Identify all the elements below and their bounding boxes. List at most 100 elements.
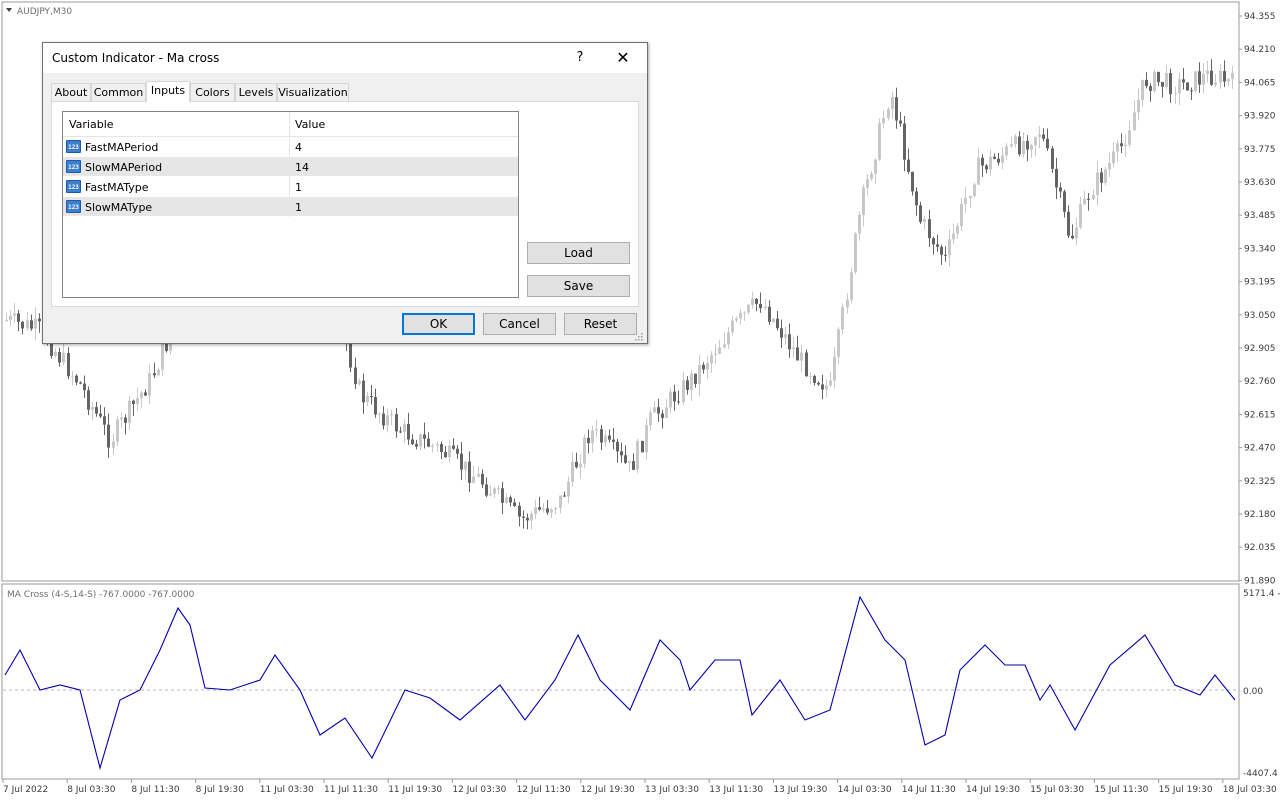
candle-body — [805, 352, 808, 377]
candle-body — [923, 219, 926, 223]
tab-inputs[interactable]: Inputs — [146, 81, 190, 102]
candle-body — [710, 354, 713, 364]
tab-about[interactable]: About — [51, 83, 91, 101]
candle-body — [993, 156, 996, 159]
tab-visualization[interactable]: Visualization — [277, 83, 349, 101]
time-tick-label: 8 Jul 03:30 — [67, 785, 116, 795]
inputs-grid[interactable]: Variable Value 123 FastMAPeriod 4 123 Sl… — [62, 111, 519, 298]
time-tick-label: 11 Jul 03:30 — [260, 785, 314, 795]
candle-body — [973, 184, 976, 196]
candle-body — [887, 109, 890, 119]
variable-value[interactable]: 1 — [295, 201, 302, 214]
column-header-variable[interactable]: Variable — [69, 118, 114, 131]
candle-body — [784, 334, 787, 338]
candle-body — [936, 244, 939, 247]
custom-indicator-dialog[interactable]: Custom Indicator - Ma cross ? ✕ About Co… — [42, 42, 648, 344]
cell-divider — [289, 177, 290, 197]
candle-body — [427, 438, 430, 447]
close-icon[interactable]: ✕ — [611, 47, 635, 69]
candle-body — [120, 417, 123, 420]
candle-body — [870, 173, 873, 179]
candle-body — [366, 396, 369, 403]
tab-levels[interactable]: Levels — [235, 83, 277, 101]
candle-body — [1186, 82, 1189, 91]
candle-body — [370, 396, 373, 398]
dialog-titlebar[interactable]: Custom Indicator - Ma cross ? ✕ — [43, 43, 647, 73]
tab-common[interactable]: Common — [91, 83, 146, 101]
variable-value[interactable]: 14 — [295, 161, 309, 174]
candle-body — [140, 392, 143, 399]
ok-button[interactable]: OK — [402, 313, 475, 335]
candle-body — [21, 321, 24, 329]
variable-value[interactable]: 1 — [295, 181, 302, 194]
candle-body — [153, 373, 156, 376]
candle-body — [911, 171, 914, 192]
candle-body — [444, 451, 447, 458]
help-icon[interactable]: ? — [571, 47, 589, 69]
input-row-fast-ma-period[interactable]: 123 FastMAPeriod 4 — [63, 137, 518, 157]
candle-body — [653, 407, 656, 413]
candle-body — [1104, 169, 1107, 183]
candle-body — [1190, 90, 1193, 92]
candle-body — [501, 488, 504, 503]
candle-body — [54, 351, 57, 356]
candle-body — [431, 445, 434, 447]
candle-body — [788, 334, 791, 350]
candle-body — [456, 448, 459, 454]
candle-body — [595, 429, 598, 431]
time-tick-label: 8 Jul 11:30 — [131, 785, 180, 795]
candle-body — [583, 437, 586, 464]
variable-value[interactable]: 4 — [295, 141, 302, 154]
cancel-button[interactable]: Cancel — [483, 313, 556, 335]
candle-body — [38, 318, 41, 322]
price-tick-label: 93.050 — [1244, 311, 1276, 321]
candle-body — [985, 165, 988, 170]
time-tick-label: 13 Jul 11:30 — [709, 785, 763, 795]
time-tick-label: 15 Jul 19:30 — [1159, 785, 1213, 795]
save-button[interactable]: Save — [527, 275, 630, 297]
candle-body — [161, 343, 164, 370]
candle-body — [809, 375, 812, 377]
candle-body — [854, 233, 857, 273]
candle-body — [665, 407, 668, 418]
input-row-slow-ma-type[interactable]: 123 SlowMAType 1 — [63, 197, 518, 217]
candle-body — [964, 198, 967, 204]
candle-body — [1075, 227, 1078, 239]
candle-body — [1149, 86, 1152, 91]
candle-body — [829, 380, 832, 386]
candle-body — [1067, 211, 1070, 236]
candle-body — [395, 414, 398, 432]
candle-body — [1018, 136, 1021, 155]
resize-grip-icon[interactable] — [635, 333, 643, 341]
price-tick-label: 92.470 — [1244, 444, 1276, 454]
candle-body — [382, 413, 385, 426]
candle-body — [567, 481, 570, 497]
candle-body — [1005, 146, 1008, 156]
candle-body — [148, 373, 151, 396]
candle-body — [485, 484, 488, 496]
dialog-title: Custom Indicator - Ma cross — [52, 51, 220, 65]
price-tick-label: 93.485 — [1244, 211, 1276, 221]
reset-button[interactable]: Reset — [564, 313, 637, 335]
candle-body — [1169, 73, 1172, 95]
candle-body — [764, 306, 767, 309]
tab-colors[interactable]: Colors — [190, 83, 235, 101]
candle-body — [989, 156, 992, 170]
load-button[interactable]: Load — [527, 242, 630, 264]
inputs-panel: Variable Value 123 FastMAPeriod 4 123 Sl… — [51, 101, 639, 307]
candle-body — [1231, 73, 1234, 80]
candle-body — [91, 407, 94, 410]
candle-body — [1022, 140, 1025, 155]
candle-body — [706, 363, 709, 370]
candle-body — [1174, 93, 1177, 95]
candle-body — [1108, 163, 1111, 170]
candle-body — [1096, 172, 1099, 196]
column-header-value[interactable]: Value — [295, 118, 325, 131]
input-row-fast-ma-type[interactable]: 123 FastMAType 1 — [63, 177, 518, 197]
candle-body — [608, 435, 611, 440]
candle-body — [796, 347, 799, 361]
price-tick-label: 92.760 — [1244, 377, 1276, 387]
candle-body — [624, 455, 627, 463]
candle-body — [1137, 99, 1140, 113]
input-row-slow-ma-period[interactable]: 123 SlowMAPeriod 14 — [63, 157, 518, 177]
